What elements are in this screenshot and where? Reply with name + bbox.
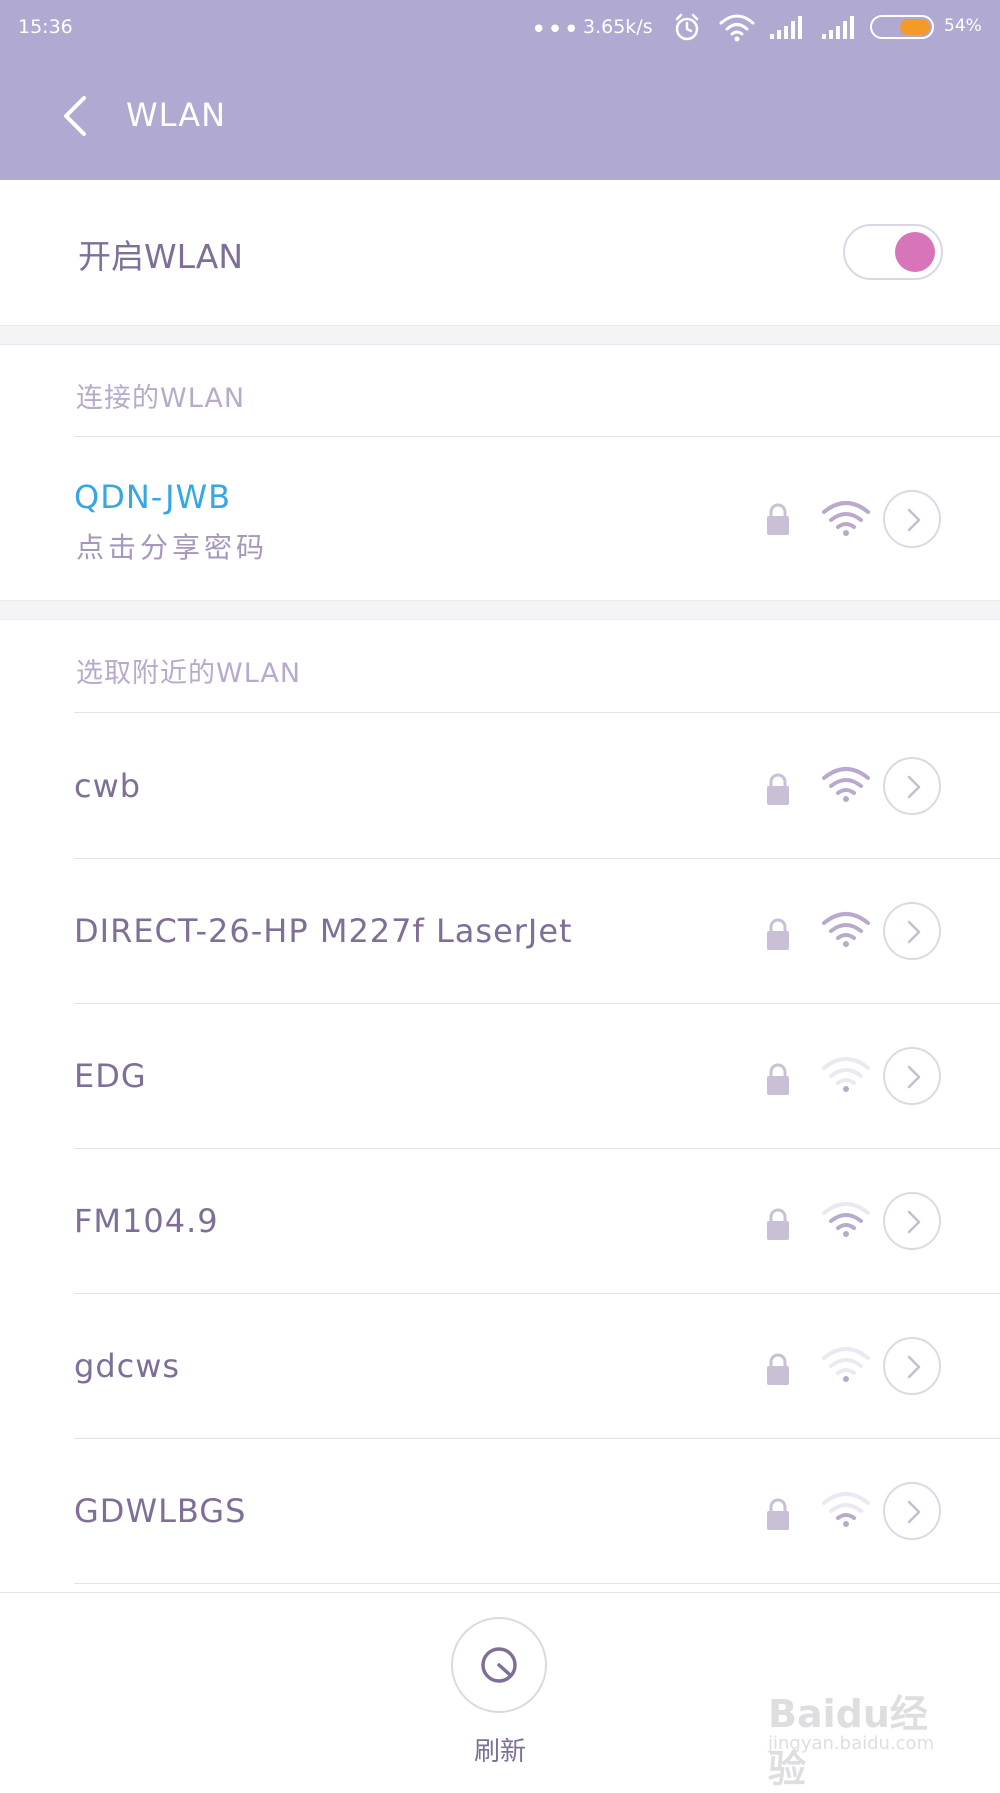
status-bar: 15:36 ••• 3.65k/s 54% — [0, 0, 1000, 55]
wifi-signal-icon — [822, 501, 870, 536]
network-name: FM104.9 — [74, 1201, 219, 1240]
chevron-right-icon — [907, 508, 921, 532]
network-details-button[interactable] — [883, 756, 941, 815]
network-details-button[interactable] — [883, 490, 941, 548]
section-gap — [0, 600, 1000, 620]
share-password-hint[interactable]: 点击分享密码 — [76, 526, 268, 566]
lock-icon — [767, 1208, 789, 1240]
network-row[interactable]: EDG — [0, 1003, 1000, 1148]
more-notifications-icon: ••• — [531, 15, 581, 45]
network-details-button[interactable] — [883, 1336, 941, 1395]
lock-icon — [767, 1353, 789, 1385]
chevron-left-icon — [64, 96, 86, 136]
wifi-signal-icon — [822, 911, 870, 947]
network-details-button[interactable] — [883, 1046, 941, 1105]
network-name: gdcws — [74, 1346, 181, 1385]
section-gap — [0, 325, 1000, 345]
toggle-knob — [895, 232, 935, 272]
watermark-url: jingyan.baidu.com — [768, 1733, 935, 1754]
network-row[interactable]: GDWLBGS — [0, 1438, 1000, 1583]
network-row[interactable]: cwb — [0, 713, 1000, 858]
header: 15:36 ••• 3.65k/s 54% WLAN — [0, 0, 1000, 180]
bottom-bar: 刷新 Baidu经验 jingyan.baidu.com — [0, 1592, 1000, 1791]
network-name: DIRECT-26-HP M227f LaserJet — [74, 911, 573, 950]
network-speed: 3.65k/s — [583, 16, 653, 38]
chevron-right-icon — [907, 1500, 921, 1523]
cell-signal-1-icon — [770, 16, 802, 39]
lock-icon — [767, 1498, 789, 1530]
network-details-button[interactable] — [883, 901, 941, 960]
wifi-signal-icon — [822, 1201, 870, 1237]
battery-percent: 54% — [944, 16, 982, 36]
chevron-right-icon — [907, 1355, 921, 1378]
wifi-status-icon — [719, 14, 755, 42]
refresh-label: 刷新 — [474, 1737, 527, 1767]
wifi-signal-icon — [822, 1056, 870, 1092]
alarm-icon — [675, 13, 699, 41]
page-title: WLAN — [126, 96, 227, 134]
nearby-section-title: 选取附近的WLAN — [76, 658, 302, 689]
network-details-button[interactable] — [883, 1191, 941, 1250]
lock-icon — [767, 918, 789, 950]
connected-section-title: 连接的WLAN — [76, 383, 246, 414]
network-name: cwb — [74, 766, 142, 805]
network-row[interactable]: gdcws — [0, 1293, 1000, 1438]
chevron-right-icon — [907, 775, 921, 798]
lock-icon — [767, 1063, 789, 1095]
network-row[interactable]: FM104.9 — [0, 1148, 1000, 1293]
network-name: EDG — [74, 1056, 147, 1095]
divider — [74, 1583, 1000, 1584]
chevron-right-icon — [907, 920, 921, 943]
refresh-icon — [481, 1647, 517, 1683]
back-button[interactable] — [56, 92, 96, 142]
refresh-button[interactable] — [451, 1617, 547, 1713]
connected-network-name: QDN-JWB — [74, 478, 232, 516]
network-row[interactable]: DIRECT-26-HP M227f LaserJet — [0, 858, 1000, 1003]
battery-icon — [870, 15, 934, 39]
lock-icon — [767, 773, 789, 805]
network-name: GDWLBGS — [74, 1491, 247, 1530]
battery-fill — [900, 19, 930, 35]
chevron-right-icon — [907, 1065, 921, 1088]
wlan-toggle-switch[interactable] — [843, 224, 943, 280]
baidu-watermark-logo: Baidu经验 jingyan.baidu.com — [760, 1683, 950, 1791]
lock-icon — [767, 503, 789, 535]
wifi-signal-icon — [822, 1346, 870, 1382]
chevron-right-icon — [907, 1210, 921, 1233]
status-time: 15:36 — [18, 16, 73, 38]
wifi-signal-icon — [822, 1491, 870, 1527]
wifi-signal-icon — [822, 766, 870, 802]
cell-signal-2-icon — [822, 16, 854, 39]
wlan-toggle-label: 开启WLAN — [78, 237, 244, 276]
wlan-toggle-row: 开启WLAN — [0, 180, 1000, 325]
network-details-button[interactable] — [883, 1481, 941, 1540]
